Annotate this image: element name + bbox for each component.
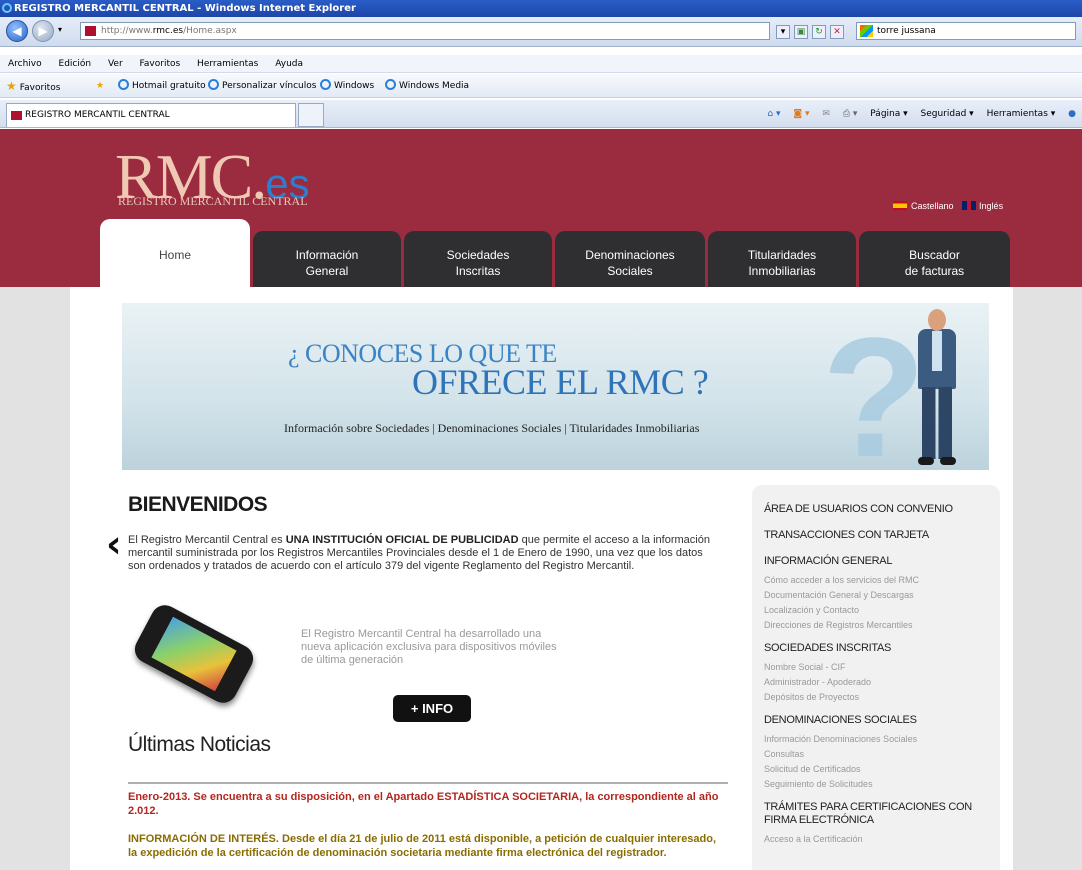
app-promo-text: El Registro Mercantil Central ha desarro…	[301, 628, 557, 666]
lang-ingles[interactable]: Inglés	[979, 201, 1003, 211]
sidebar-menu: ÁREA DE USUARIOS CON CONVENIO TRANSACCIO…	[752, 485, 1000, 870]
ie-page-icon	[208, 79, 219, 90]
nav-tab-informacion-general[interactable]: Información General	[253, 231, 401, 287]
menu-edicion[interactable]: Edición	[59, 59, 92, 69]
live-search-icon	[860, 25, 873, 37]
uk-flag-icon	[962, 201, 977, 210]
news-heading: Últimas Noticias	[128, 733, 271, 756]
new-tab-button[interactable]	[298, 103, 324, 127]
favorite-link-hotmail[interactable]: Hotmail gratuito	[118, 74, 206, 98]
news-item[interactable]: INFORMACIÓN DE INTERÉS. Desde el día 21 …	[128, 832, 728, 860]
menu-favoritos[interactable]: Favoritos	[140, 59, 181, 69]
sidebar-link[interactable]: Nombre Social - CIF	[764, 660, 1000, 675]
help-icon[interactable]: ●	[1068, 109, 1076, 119]
spain-flag-icon	[893, 201, 907, 210]
window-title: REGISTRO MERCANTIL CENTRAL - Windows Int…	[14, 3, 356, 14]
menu-archivo[interactable]: Archivo	[8, 59, 42, 69]
print-icon[interactable]: ⎙ ▾	[843, 109, 858, 119]
browser-tab[interactable]: REGISTRO MERCANTIL CENTRAL	[6, 103, 296, 127]
address-toolbar: ◀ ▶ ▾ http://www.rmc.es/Home.aspx ▾ ▣ ↻ …	[0, 17, 1082, 47]
sidebar-link[interactable]: Seguimiento de Solicitudes	[764, 777, 1000, 792]
sidebar-link[interactable]: Localización y Contacto	[764, 603, 1000, 618]
nav-tab-denominaciones-sociales[interactable]: Denominaciones Sociales	[555, 231, 705, 287]
logo-subtitle: REGISTRO MERCANTIL CENTRAL	[118, 194, 308, 208]
ie-page-icon	[385, 79, 396, 90]
window-title-bar: REGISTRO MERCANTIL CENTRAL - Windows Int…	[0, 0, 1082, 17]
nav-tab-sociedades-inscritas[interactable]: Sociedades Inscritas	[404, 231, 552, 287]
info-button[interactable]: + INFO	[393, 695, 471, 722]
sidebar-link[interactable]: Acceso a la Certificación	[764, 832, 1000, 847]
sidebar-heading-denominaciones-sociales[interactable]: DENOMINACIONES SOCIALES	[764, 714, 1000, 727]
news-divider	[128, 782, 728, 784]
feeds-icon[interactable]: ◙ ▾	[793, 109, 809, 119]
add-favorite-icon[interactable]: ★	[96, 74, 104, 98]
sidebar-heading-sociedades-inscritas[interactable]: SOCIEDADES INSCRITAS	[764, 642, 1000, 655]
history-dropdown-icon[interactable]: ▾	[58, 25, 62, 34]
address-dropdown-icon[interactable]: ▾	[776, 25, 790, 39]
favorite-link-windows-media[interactable]: Windows Media	[385, 74, 469, 98]
favorites-bar: ★ Favoritos ★ Hotmail gratuito Personaliz…	[0, 74, 1082, 98]
back-button[interactable]: ◀	[6, 20, 28, 42]
sidebar-link[interactable]: Consultas	[764, 747, 1000, 762]
question-mark-graphic: ?	[822, 303, 926, 470]
star-icon: ★	[6, 79, 17, 93]
sidebar-link[interactable]: Administrador - Apoderado	[764, 675, 1000, 690]
sidebar-link[interactable]: Documentación General y Descargas	[764, 588, 1000, 603]
sidebar-link[interactable]: Cómo acceder a los servicios del RMC	[764, 573, 1000, 588]
nav-tab-buscador-facturas[interactable]: Buscador de facturas	[859, 231, 1010, 287]
smartphone-image	[128, 600, 268, 713]
ie-page-icon	[320, 79, 331, 90]
stop-icon[interactable]: ✕	[830, 25, 844, 39]
compatibility-icon[interactable]: ▣	[794, 25, 808, 39]
menu-ver[interactable]: Ver	[108, 59, 123, 69]
security-menu[interactable]: Seguridad ▾	[921, 109, 974, 119]
welcome-heading: BIENVENIDOS	[128, 493, 268, 516]
businessman-image	[912, 309, 962, 469]
tools-menu[interactable]: Herramientas ▾	[987, 109, 1056, 119]
sidebar-link[interactable]: Información Denominaciones Sociales	[764, 732, 1000, 747]
sidebar-link[interactable]: Depósitos de Proyectos	[764, 690, 1000, 705]
favorites-button[interactable]: ★ Favoritos	[6, 74, 60, 100]
page-menu[interactable]: Página ▾	[870, 109, 907, 119]
web-page: RMC.es REGISTRO MERCANTIL CENTRAL Castel…	[0, 129, 1082, 870]
site-favicon-icon	[85, 26, 96, 36]
nav-tab-home[interactable]: Home	[100, 219, 250, 287]
address-input[interactable]: http://www.rmc.es/Home.aspx	[80, 22, 770, 40]
menu-bar: Archivo Edición Ver Favoritos Herramient…	[0, 55, 1082, 73]
search-input[interactable]: torre jussana	[856, 22, 1076, 40]
sidebar-heading-usuarios-convenio[interactable]: ÁREA DE USUARIOS CON CONVENIO	[764, 503, 1000, 516]
carousel-prev-icon[interactable]: ‹	[106, 525, 122, 563]
refresh-icon[interactable]: ↻	[812, 25, 826, 39]
nav-tab-titularidades-inmobiliarias[interactable]: Titularidades Inmobiliarias	[708, 231, 856, 287]
language-selector: Castellano Inglés	[893, 201, 1003, 211]
favorite-link-windows[interactable]: Windows	[320, 74, 374, 98]
ie-icon	[2, 3, 12, 13]
sidebar-heading-transacciones-tarjeta[interactable]: TRANSACCIONES CON TARJETA	[764, 529, 1000, 542]
welcome-text: El Registro Mercantil Central es UNA INS…	[128, 534, 710, 572]
forward-button[interactable]: ▶	[32, 20, 54, 42]
site-favicon-icon	[11, 111, 22, 120]
sidebar-link[interactable]: Direcciones de Registros Mercantiles	[764, 618, 1000, 633]
site-header: RMC.es REGISTRO MERCANTIL CENTRAL Castel…	[0, 129, 1082, 287]
command-bar: ⌂ ▾ ◙ ▾ ✉ ⎙ ▾ Página ▾ Seguridad ▾ Herra…	[757, 100, 1082, 128]
promo-banner[interactable]: ? ¿ CONOCES LO QUE TE OFRECE EL RMC ? In…	[122, 303, 989, 470]
home-icon[interactable]: ⌂ ▾	[767, 109, 780, 119]
favorite-link-personalizar[interactable]: Personalizar vínculos	[208, 74, 316, 98]
menu-ayuda[interactable]: Ayuda	[275, 59, 303, 69]
ie-page-icon	[118, 79, 129, 90]
mail-icon[interactable]: ✉	[822, 109, 830, 119]
main-content: ? ¿ CONOCES LO QUE TE OFRECE EL RMC ? In…	[70, 287, 1013, 870]
banner-line-2: OFRECE EL RMC ?	[412, 362, 709, 402]
banner-subtitle: Información sobre Sociedades | Denominac…	[284, 421, 700, 435]
menu-herramientas[interactable]: Herramientas	[197, 59, 258, 69]
sidebar-heading-informacion-general[interactable]: INFORMACIÓN GENERAL	[764, 555, 1000, 568]
lang-castellano[interactable]: Castellano	[911, 201, 954, 211]
news-item[interactable]: Enero-2013. Se encuentra a su disposició…	[128, 790, 728, 818]
sidebar-heading-tramites-certificaciones[interactable]: TRÁMITES PARA CERTIFICACIONES CON FIRMA …	[764, 801, 984, 827]
main-navigation: Home Información General Sociedades Inscri…	[100, 219, 1010, 287]
sidebar-link[interactable]: Solicitud de Certificados	[764, 762, 1000, 777]
